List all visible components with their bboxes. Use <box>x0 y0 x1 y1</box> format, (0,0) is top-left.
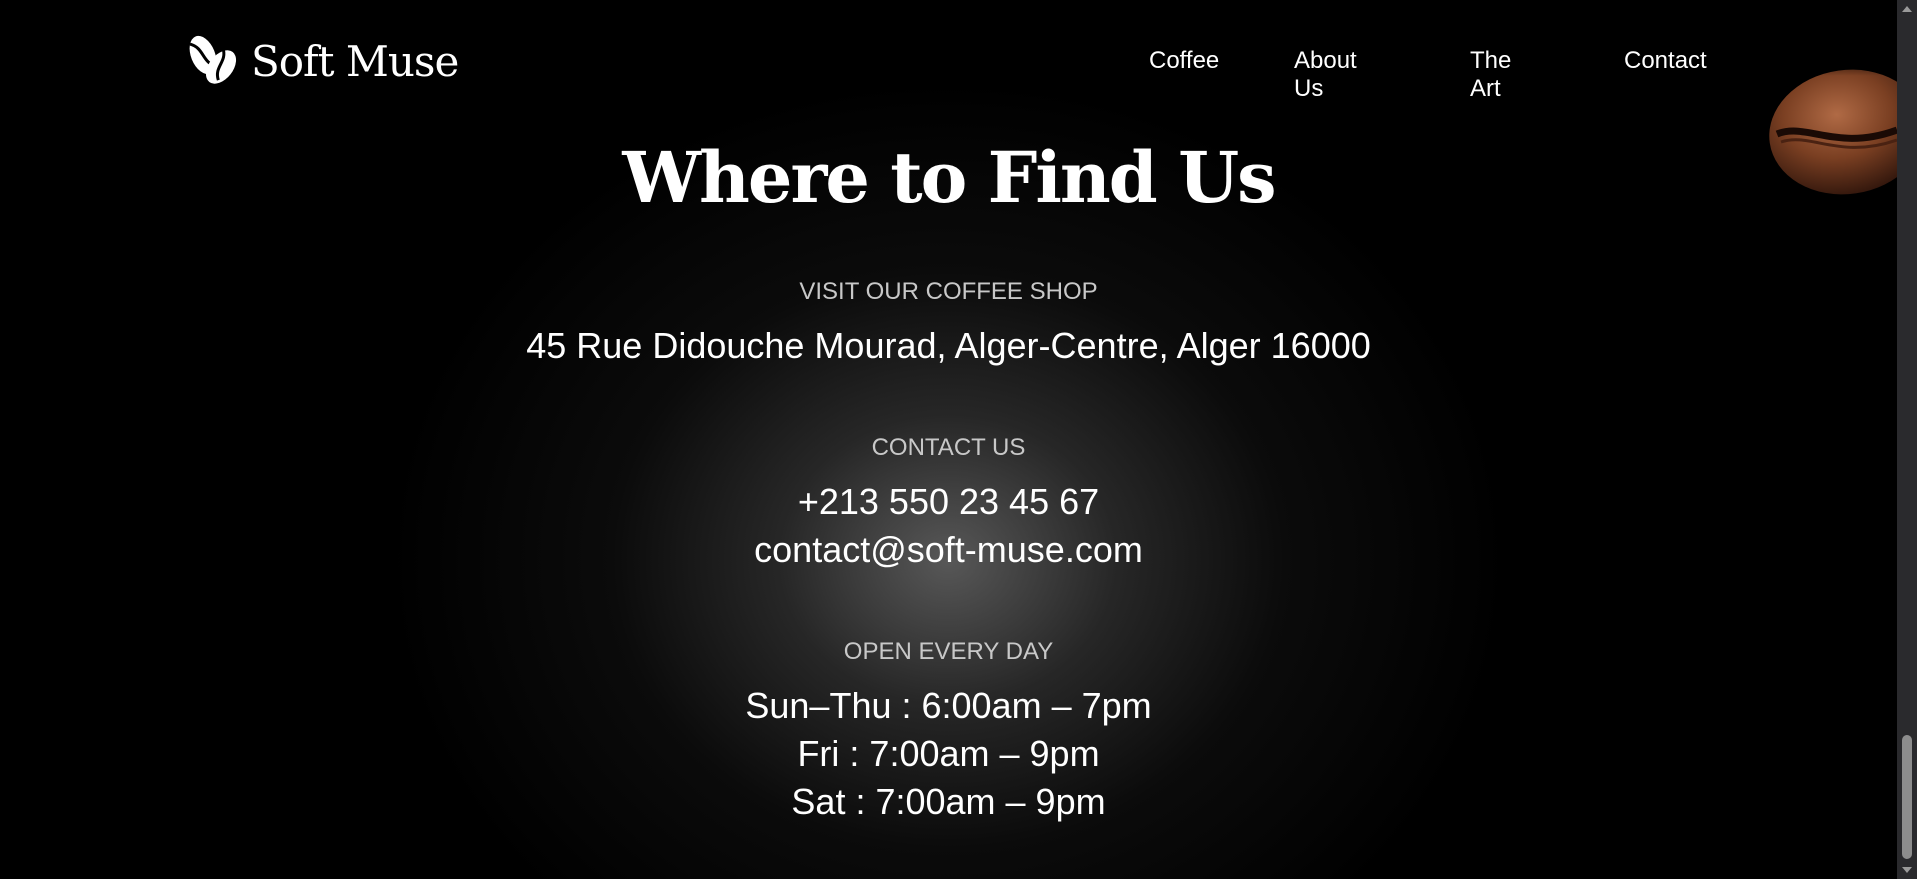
hours-label: OPEN EVERY DAY <box>843 638 1054 665</box>
scroll-up-arrow-icon[interactable] <box>1902 6 1912 12</box>
nav-link-contact[interactable]: Contact <box>1624 47 1707 75</box>
hours-line-fri: Fri : 7:00am – 9pm <box>797 733 1100 774</box>
hours-line-sat: Sat : 7:00am – 9pm <box>791 781 1106 822</box>
brand-name: Soft Muse <box>251 37 459 86</box>
phone-link[interactable]: +213 550 23 45 67 <box>0 480 1897 524</box>
vertical-scrollbar[interactable] <box>1897 0 1917 879</box>
email-link[interactable]: contact@soft-muse.com <box>0 528 1897 572</box>
coffee-beans-logo-icon <box>181 31 241 91</box>
brand-logo[interactable]: Soft Muse <box>181 31 459 91</box>
scroll-down-arrow-icon[interactable] <box>1902 867 1912 873</box>
page: Soft Muse Coffee About Us The Art Contac… <box>0 0 1897 879</box>
nav-link-coffee[interactable]: Coffee <box>1149 47 1219 75</box>
contact-label: CONTACT US <box>871 434 1026 461</box>
visit-label: VISIT OUR COFFEE SHOP <box>799 278 1098 305</box>
scrollbar-thumb[interactable] <box>1902 735 1912 859</box>
nav-link-the-art[interactable]: The Art <box>1470 47 1511 103</box>
address-text: 45 Rue Didouche Mourad, Alger-Centre, Al… <box>526 325 1371 366</box>
section-title: Where to Find Us <box>622 136 1276 219</box>
hours-line-sun-thu: Sun–Thu : 6:00am – 7pm <box>745 685 1152 726</box>
nav-link-about-us[interactable]: About Us <box>1294 47 1357 103</box>
